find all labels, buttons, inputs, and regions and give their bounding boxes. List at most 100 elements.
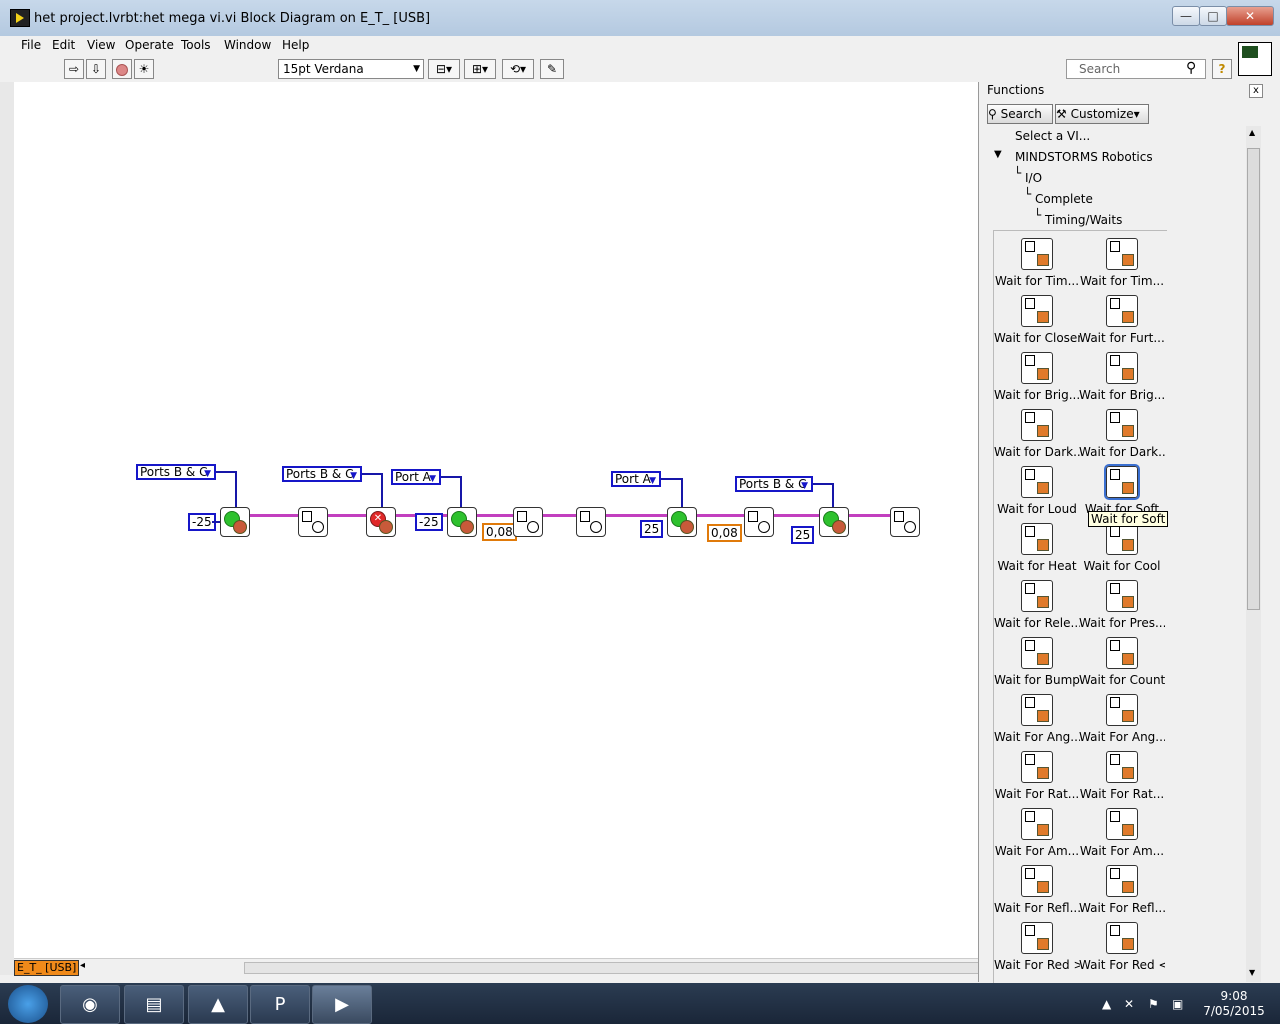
scroll-up-icon[interactable]: ▲: [1249, 128, 1255, 137]
motor-stop-block[interactable]: ✕: [366, 507, 396, 537]
menu-operate[interactable]: Operate: [125, 38, 174, 52]
help-button[interactable]: ?: [1212, 59, 1232, 79]
firefox-icon[interactable]: ◉: [60, 985, 120, 1024]
scrollbar-thumb[interactable]: [1247, 148, 1260, 610]
port-ring[interactable]: Ports B & C ▼: [735, 476, 813, 492]
palette-item[interactable]: Wait for Rele...: [994, 573, 1080, 630]
palette-item[interactable]: Wait For Rat...: [994, 744, 1080, 801]
palette-item[interactable]: Wait for Furt...: [1079, 288, 1165, 345]
palette-item[interactable]: Wait for Pres...: [1079, 573, 1165, 630]
port-ring[interactable]: Port A ▼: [391, 469, 441, 485]
speaker-icon[interactable]: ✕: [1124, 997, 1134, 1011]
palette-item[interactable]: Wait For Refl...: [1079, 858, 1165, 915]
file-explorer-icon[interactable]: ▤: [124, 985, 184, 1024]
wait-block[interactable]: [890, 507, 920, 537]
numeric-constant[interactable]: -25: [415, 513, 443, 531]
palette-item[interactable]: Wait for Count: [1079, 630, 1165, 687]
palette-item[interactable]: Wait For Am...: [1079, 801, 1165, 858]
palette-item[interactable]: Wait for Brig...: [994, 345, 1080, 402]
palette-item[interactable]: Wait for Soft: [1079, 459, 1165, 516]
palette-item[interactable]: Wait For Am...: [994, 801, 1080, 858]
palette-item[interactable]: Wait for Tim...: [994, 231, 1080, 288]
wait-block[interactable]: [513, 507, 543, 537]
clock[interactable]: 9:08 7/05/2015: [1196, 989, 1272, 1019]
distribute-objects-icon[interactable]: ⊞▾: [464, 59, 496, 79]
show-hidden-icons-icon[interactable]: ▲: [1102, 997, 1111, 1011]
port-ring[interactable]: Port A ▼: [611, 471, 661, 487]
scroll-left-icon[interactable]: ◂: [80, 960, 85, 971]
collapse-triangle-icon[interactable]: ▼: [994, 149, 1002, 160]
palette-item-label: Wait for Heat: [997, 559, 1077, 573]
palette-scrollbar[interactable]: ▲ ▼: [1246, 126, 1261, 982]
maximize-button[interactable]: □: [1199, 6, 1227, 26]
breadcrumb-io[interactable]: I/O: [1025, 171, 1042, 185]
palette-item[interactable]: Wait for Dark...: [994, 402, 1080, 459]
close-button[interactable]: ✕: [1226, 6, 1274, 26]
hourglass-icon: [1025, 526, 1035, 537]
menu-file[interactable]: File: [21, 38, 41, 52]
menu-help[interactable]: Help: [282, 38, 309, 52]
clean-up-diagram-icon[interactable]: ✎: [540, 59, 564, 79]
time-constant[interactable]: 0,08: [482, 523, 517, 541]
menu-edit[interactable]: Edit: [52, 38, 75, 52]
font-select[interactable]: 15pt Verdana ▼: [278, 59, 424, 79]
motor-on-block[interactable]: [220, 507, 250, 537]
palette-item[interactable]: Wait for Dark...: [1079, 402, 1165, 459]
scroll-down-icon[interactable]: ▼: [1249, 968, 1255, 977]
motor-on-block[interactable]: [667, 507, 697, 537]
wait-block[interactable]: [576, 507, 606, 537]
select-vi-item[interactable]: Select a VI...: [1015, 129, 1090, 143]
motor-on-block[interactable]: [819, 507, 849, 537]
start-button[interactable]: [8, 985, 48, 1023]
port-ring[interactable]: Ports B & C ▼: [136, 464, 216, 480]
palette-item[interactable]: Wait For Refl...: [994, 858, 1080, 915]
palette-item[interactable]: Wait for Bump: [994, 630, 1080, 687]
customize-button[interactable]: ⚒ Customize▾: [1055, 104, 1149, 124]
palette-item-label: Wait For Refl...: [994, 901, 1080, 915]
time-constant[interactable]: 0,08: [707, 524, 742, 542]
menu-view[interactable]: View: [87, 38, 115, 52]
palette-item[interactable]: Wait For Ang...: [994, 687, 1080, 744]
align-objects-icon[interactable]: ⊟▾: [428, 59, 460, 79]
project-icon[interactable]: P: [250, 985, 310, 1024]
numeric-constant[interactable]: 25: [640, 520, 664, 538]
labview-icon[interactable]: ▶: [312, 985, 372, 1024]
port-ring[interactable]: Ports B & C ▼: [282, 466, 362, 482]
chevron-down-icon: ▾: [1133, 107, 1140, 121]
run-continuously-icon[interactable]: ⇩: [86, 59, 106, 79]
menu-tools[interactable]: Tools: [181, 38, 211, 52]
abort-icon[interactable]: [112, 59, 132, 79]
highlight-execution-icon[interactable]: ☀: [134, 59, 154, 79]
palette-item[interactable]: Wait for Closer: [994, 288, 1080, 345]
palette-item[interactable]: Wait for Loud: [994, 459, 1080, 516]
motor-on-block[interactable]: [447, 507, 477, 537]
scrollbar-thumb[interactable]: [244, 962, 982, 974]
palette-search-button[interactable]: ⚲ Search: [987, 104, 1053, 124]
palette-item[interactable]: Wait For Rat...: [1079, 744, 1165, 801]
target-label[interactable]: E_T_ [USB]: [14, 960, 80, 976]
palette-item[interactable]: Wait for Brig...: [1079, 345, 1165, 402]
flag-icon[interactable]: ⚑: [1148, 997, 1159, 1011]
run-arrow-icon[interactable]: ⇨: [64, 59, 84, 79]
menu-window[interactable]: Window: [224, 38, 271, 52]
palette-item[interactable]: Wait for Tim...: [1079, 231, 1165, 288]
breadcrumb-mindstorms[interactable]: MINDSTORMS Robotics: [1015, 150, 1153, 164]
breadcrumb-timing-waits[interactable]: Timing/Waits: [1045, 213, 1122, 227]
search-input[interactable]: Search: [1066, 59, 1206, 79]
minimize-button[interactable]: —: [1172, 6, 1200, 26]
vlc-icon[interactable]: ▲: [188, 985, 248, 1024]
palette-item[interactable]: Wait for Heat: [994, 516, 1080, 573]
reorder-icon[interactable]: ⟲▾: [502, 59, 534, 79]
breadcrumb-complete[interactable]: Complete: [1035, 192, 1093, 206]
numeric-constant[interactable]: 25: [791, 526, 815, 544]
palette-item[interactable]: Wait For Ang...: [1079, 687, 1165, 744]
hourglass-icon: [517, 511, 527, 522]
motor-icon: [233, 520, 247, 534]
wait-block[interactable]: [298, 507, 328, 537]
palette-close-button[interactable]: x: [1249, 84, 1263, 98]
horizontal-scrollbar[interactable]: E_T_ [USB] ◂: [14, 958, 982, 976]
wait-block[interactable]: [744, 507, 774, 537]
palette-item[interactable]: Wait For Red >: [994, 915, 1080, 972]
network-icon[interactable]: ▣: [1172, 997, 1183, 1011]
palette-item[interactable]: Wait For Red <: [1079, 915, 1165, 972]
